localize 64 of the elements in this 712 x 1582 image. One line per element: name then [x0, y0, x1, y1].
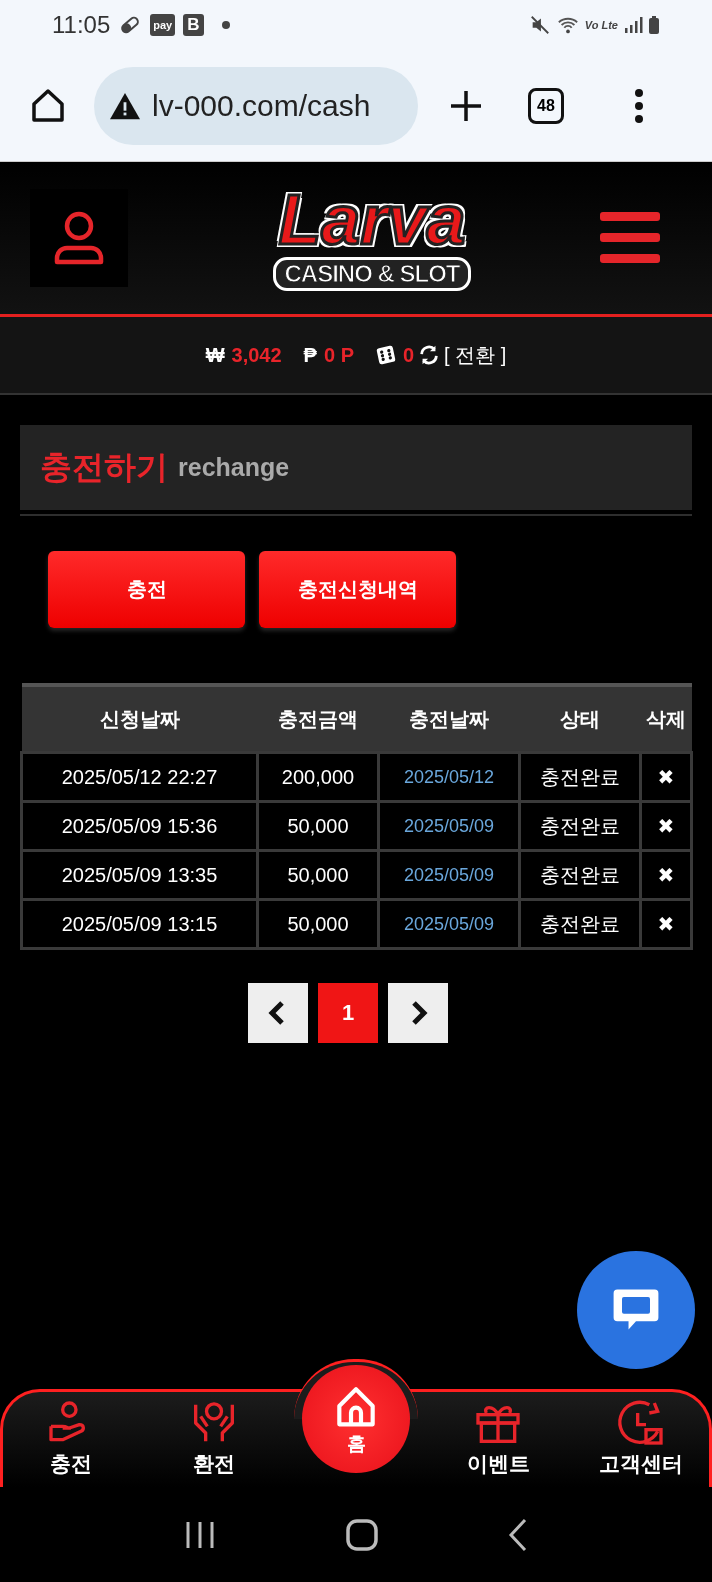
history-button[interactable]: 충전신청내역: [259, 551, 456, 628]
network-label: Vo Lte: [584, 19, 618, 31]
tab-count-button[interactable]: 48: [528, 87, 564, 124]
dice-amount: 0: [403, 343, 415, 367]
column-header: 충전금액: [257, 685, 379, 753]
delete-button[interactable]: ✖: [657, 766, 675, 788]
table-cell: 2025/05/09: [378, 801, 520, 851]
home-button-icon[interactable]: [345, 1517, 379, 1552]
table-cell: 충전완료: [519, 899, 641, 949]
column-header: 충전날짜: [378, 685, 520, 753]
table-cell: 충전완료: [519, 850, 641, 900]
address-bar[interactable]: lv-000.com/cash: [94, 66, 418, 145]
point-sign: ₱: [303, 343, 317, 367]
table-cell: 2025/05/09: [378, 850, 520, 900]
notification-badge: pay: [150, 14, 176, 36]
chevron-right-icon[interactable]: [388, 983, 448, 1043]
delete-button[interactable]: ✖: [657, 913, 675, 935]
back-icon[interactable]: [507, 1517, 528, 1552]
delete-button[interactable]: ✖: [657, 815, 675, 837]
logo-title: Larva: [278, 185, 466, 255]
section-title: 충전하기: [40, 447, 168, 487]
deposit-button[interactable]: 충전: [48, 551, 245, 628]
table-cell: 2025/05/12: [378, 752, 520, 802]
mute-icon: [528, 14, 551, 36]
dot-icon: [221, 21, 230, 29]
table-cell: 50,000: [257, 899, 379, 949]
dice-icon: [376, 345, 396, 365]
logo-subtitle: CASINO & SLOT: [273, 257, 471, 291]
table-cell: 충전완료: [519, 801, 641, 851]
column-header: 삭제: [640, 685, 692, 753]
won-sign: ₩: [205, 343, 225, 367]
page-button[interactable]: 1: [318, 983, 378, 1043]
nav-tab[interactable]: 충전: [0, 1389, 143, 1487]
table-cell: 50,000: [257, 850, 379, 900]
user-button[interactable]: [30, 189, 128, 287]
table-cell: 2025/05/09 13:35: [21, 850, 258, 900]
signal-icon: [623, 15, 643, 35]
table-cell: 2025/05/09 15:36: [21, 801, 258, 851]
table-cell: 2025/05/09: [378, 899, 520, 949]
table-cell: 200,000: [257, 752, 379, 802]
table-cell: 50,000: [257, 801, 379, 851]
battery-icon: [648, 15, 660, 35]
point-amount: 0 P: [323, 343, 354, 367]
clock-icon: [615, 1398, 666, 1448]
nav-tab[interactable]: 이벤트: [427, 1389, 570, 1487]
delete-button[interactable]: ✖: [657, 864, 675, 886]
nav-tab[interactable]: 환전: [142, 1389, 285, 1487]
cash-amount: 3,042: [231, 343, 282, 367]
more-icon[interactable]: [634, 87, 644, 124]
clock-time: 11:05: [52, 11, 111, 39]
nav-tab[interactable]: 고객센터: [569, 1389, 712, 1487]
refresh-icon[interactable]: [418, 344, 441, 366]
table-cell: 충전완료: [519, 752, 641, 802]
chevron-left-icon[interactable]: [248, 983, 308, 1043]
notification-badge: B: [183, 14, 204, 36]
table-cell: 2025/05/12 22:27: [21, 752, 258, 802]
convert-link[interactable]: [ 전환 ]: [444, 341, 507, 369]
recent-apps-icon[interactable]: [184, 1519, 217, 1550]
url-text: lv-000.com/cash: [152, 88, 371, 123]
table-cell: 2025/05/09 13:15: [21, 899, 258, 949]
section-subtitle: rechange: [178, 453, 290, 482]
menu-icon[interactable]: [600, 212, 660, 264]
column-header: 상태: [519, 685, 641, 753]
column-header: 신청날짜: [21, 685, 258, 753]
